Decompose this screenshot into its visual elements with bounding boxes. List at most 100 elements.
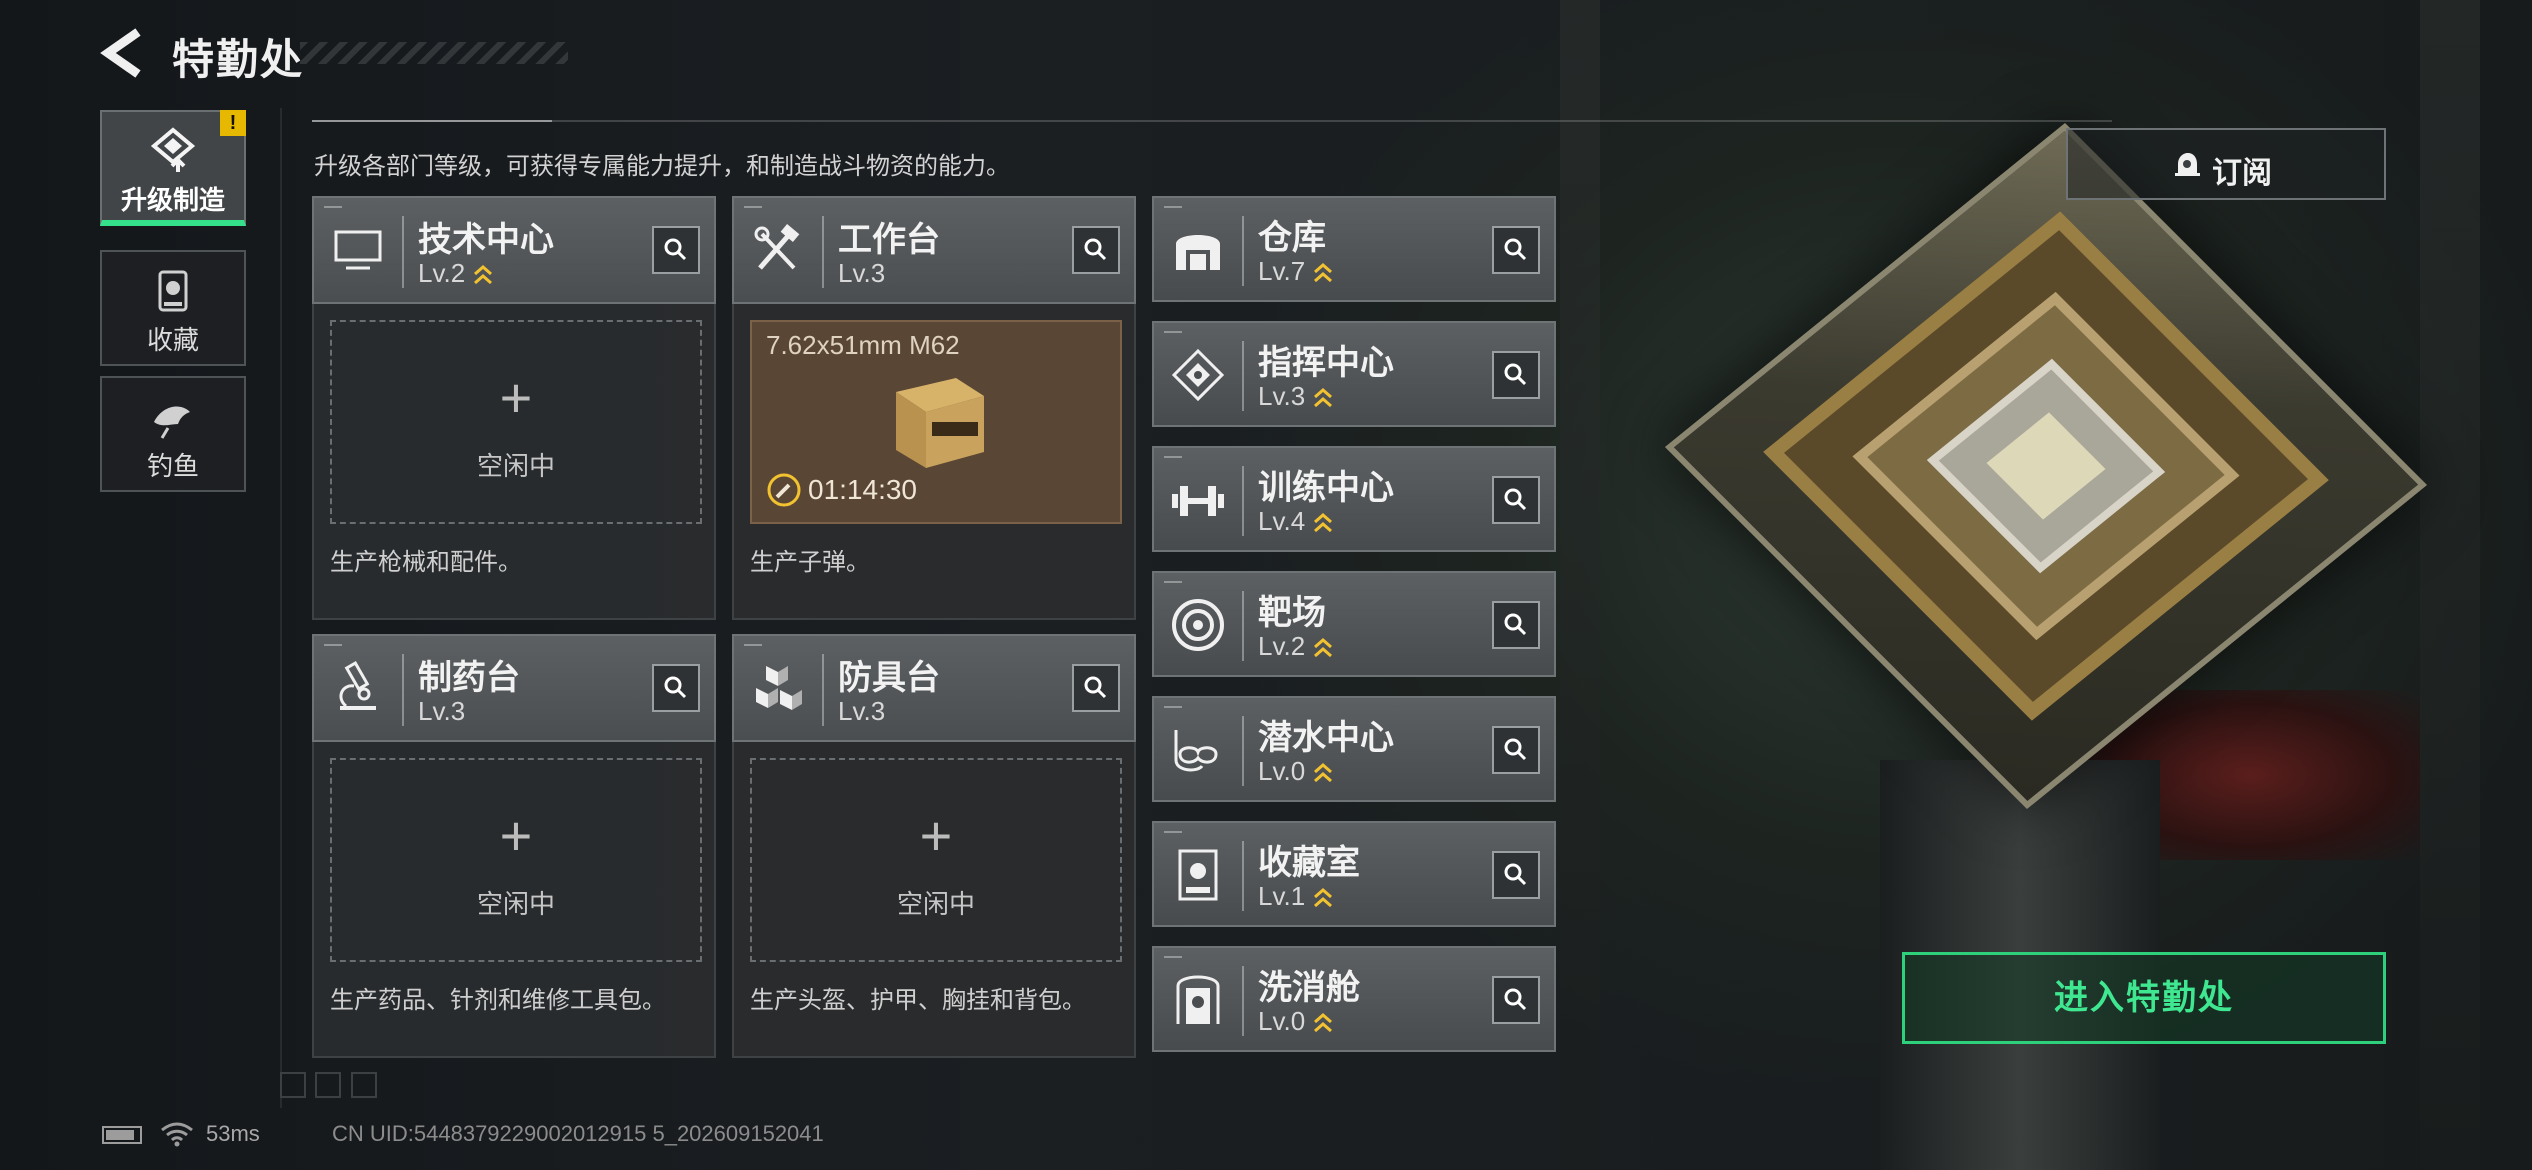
facility-level: Lv.2 <box>1258 631 1333 662</box>
target-icon <box>1172 599 1224 651</box>
facility-card-workbench[interactable]: 工作台 Lv.3 <box>732 196 1136 304</box>
inspect-button[interactable] <box>652 664 700 712</box>
nav-item-upgrade-craft[interactable]: 升级制造 ! <box>100 110 246 226</box>
search-icon <box>664 676 687 699</box>
corner-mark <box>1164 581 1182 583</box>
search-icon <box>664 238 687 261</box>
facility-description: 生产枪械和配件。 <box>330 549 522 576</box>
inspect-button[interactable] <box>1072 664 1120 712</box>
facility-card-pharmacy[interactable]: 制药台 Lv.3 <box>312 634 716 742</box>
production-panel: + 空闲中 生产药品、针剂和维修工具包。 <box>312 742 716 1058</box>
diving-mask-icon <box>1174 730 1218 772</box>
battery-icon <box>102 1126 142 1144</box>
hammer-wrench-icon <box>754 224 800 270</box>
corner-mark <box>1164 956 1182 958</box>
search-icon <box>1084 676 1107 699</box>
search-icon <box>1084 238 1107 261</box>
production-slot-empty[interactable]: + 空闲中 <box>750 758 1122 962</box>
subscribe-button[interactable]: 订阅 <box>2066 128 2386 200</box>
production-panel: + 空闲中 生产枪械和配件。 <box>312 304 716 620</box>
separator <box>1242 341 1244 411</box>
upgrade-available-icon <box>1314 513 1333 533</box>
separator <box>1242 966 1244 1036</box>
corner-mark <box>1164 206 1182 208</box>
inspect-button[interactable] <box>1492 726 1540 774</box>
facility-level: Lv.7 <box>1258 256 1333 287</box>
notification-badge: ! <box>220 110 246 136</box>
back-arrow-icon[interactable] <box>100 28 146 78</box>
facility-level: Lv.1 <box>1258 881 1333 912</box>
level-text: Lv.2 <box>418 258 466 288</box>
facility-name: 收藏室 <box>1258 844 1360 882</box>
enter-special-ops-button[interactable]: 进入特勤处 <box>1902 952 2386 1044</box>
upgrade-available-icon <box>1314 1013 1333 1033</box>
inspect-button[interactable] <box>1072 226 1120 274</box>
wifi-icon <box>161 1122 193 1147</box>
search-icon <box>1504 363 1527 386</box>
separator <box>822 654 824 726</box>
upgrade-craft-icon <box>150 127 196 172</box>
facility-card-armor-bench[interactable]: 防具台 Lv.3 <box>732 634 1136 742</box>
inspect-button[interactable] <box>652 226 700 274</box>
search-icon <box>1504 738 1527 761</box>
fish-icon <box>154 406 190 439</box>
facility-level: Lv.3 <box>838 258 886 288</box>
facility-row-training-center[interactable]: 训练中心 Lv.4 <box>1152 446 1556 552</box>
production-item-name: 7.62x51mm M62 <box>766 330 960 360</box>
add-icon: + <box>499 366 533 429</box>
nav-item-fishing[interactable]: 钓鱼 <box>100 376 246 492</box>
background-pillar <box>1560 0 1600 1170</box>
inspect-button[interactable] <box>1492 476 1540 524</box>
inspect-button[interactable] <box>1492 351 1540 399</box>
search-icon <box>1504 488 1527 511</box>
enter-label: 进入特勤处 <box>2054 979 2234 1017</box>
upgrade-available-icon <box>1314 763 1333 783</box>
inspect-button[interactable] <box>1492 851 1540 899</box>
facility-level: Lv.0 <box>1258 756 1333 787</box>
inspect-button[interactable] <box>1492 601 1540 649</box>
production-slot-empty[interactable]: + 空闲中 <box>330 758 702 962</box>
nav-label: 收藏 <box>146 325 199 355</box>
corner-mark <box>1164 456 1182 458</box>
production-timer: 01:14:30 <box>808 474 917 505</box>
dumbbell-icon <box>1172 486 1224 516</box>
level-text: Lv.0 <box>1258 756 1306 786</box>
facility-row-diving-center[interactable]: 潜水中心 Lv.0 <box>1152 696 1556 802</box>
facility-level: Lv.3 <box>838 696 886 726</box>
facility-row-warehouse[interactable]: 仓库 Lv.7 <box>1152 196 1556 302</box>
page-description: 升级各部门等级，可获得专属能力提升，和制造战斗物资的能力。 <box>314 153 1010 180</box>
facility-name: 指挥中心 <box>1258 344 1394 382</box>
inspect-button[interactable] <box>1492 226 1540 274</box>
production-slot-in-progress[interactable]: 7.62x51mm M62 01:14:30 <box>750 320 1122 524</box>
separator <box>1242 716 1244 786</box>
facility-row-command-center[interactable]: 指挥中心 Lv.3 <box>1152 321 1556 427</box>
subscribe-label: 订阅 <box>2212 157 2272 190</box>
inspect-button[interactable] <box>1492 976 1540 1024</box>
nav-item-collection[interactable]: 收藏 <box>100 250 246 366</box>
facility-level: Lv.0 <box>1258 1006 1333 1037</box>
facility-name: 潜水中心 <box>1258 719 1394 757</box>
network-latency: 53ms <box>206 1121 260 1146</box>
level-text: Lv.7 <box>1258 256 1306 286</box>
nav-label: 升级制造 <box>120 185 225 215</box>
search-icon <box>1504 613 1527 636</box>
add-icon: + <box>499 804 533 867</box>
facility-card-tech-center[interactable]: 技术中心 Lv.2 <box>312 196 716 304</box>
production-slot-empty[interactable]: + 空闲中 <box>330 320 702 524</box>
ammo-box-icon <box>896 378 984 468</box>
facility-name: 技术中心 <box>418 221 554 259</box>
collection-icon <box>158 270 188 312</box>
facility-row-shooting-range[interactable]: 靶场 Lv.2 <box>1152 571 1556 677</box>
idle-label: 空闲中 <box>476 889 555 919</box>
facility-name: 制药台 <box>418 659 520 697</box>
divider <box>312 120 2112 122</box>
bell-icon <box>2175 153 2200 176</box>
nav-divider <box>280 108 282 1108</box>
corner-mark <box>1164 331 1182 333</box>
search-icon <box>1504 238 1527 261</box>
search-icon <box>1504 863 1527 886</box>
separator <box>1242 216 1244 286</box>
decontamination-icon <box>1176 975 1220 1024</box>
facility-row-decontamination[interactable]: 洗消舱 Lv.0 <box>1152 946 1556 1052</box>
facility-row-collection-room[interactable]: 收藏室 Lv.1 <box>1152 821 1556 927</box>
